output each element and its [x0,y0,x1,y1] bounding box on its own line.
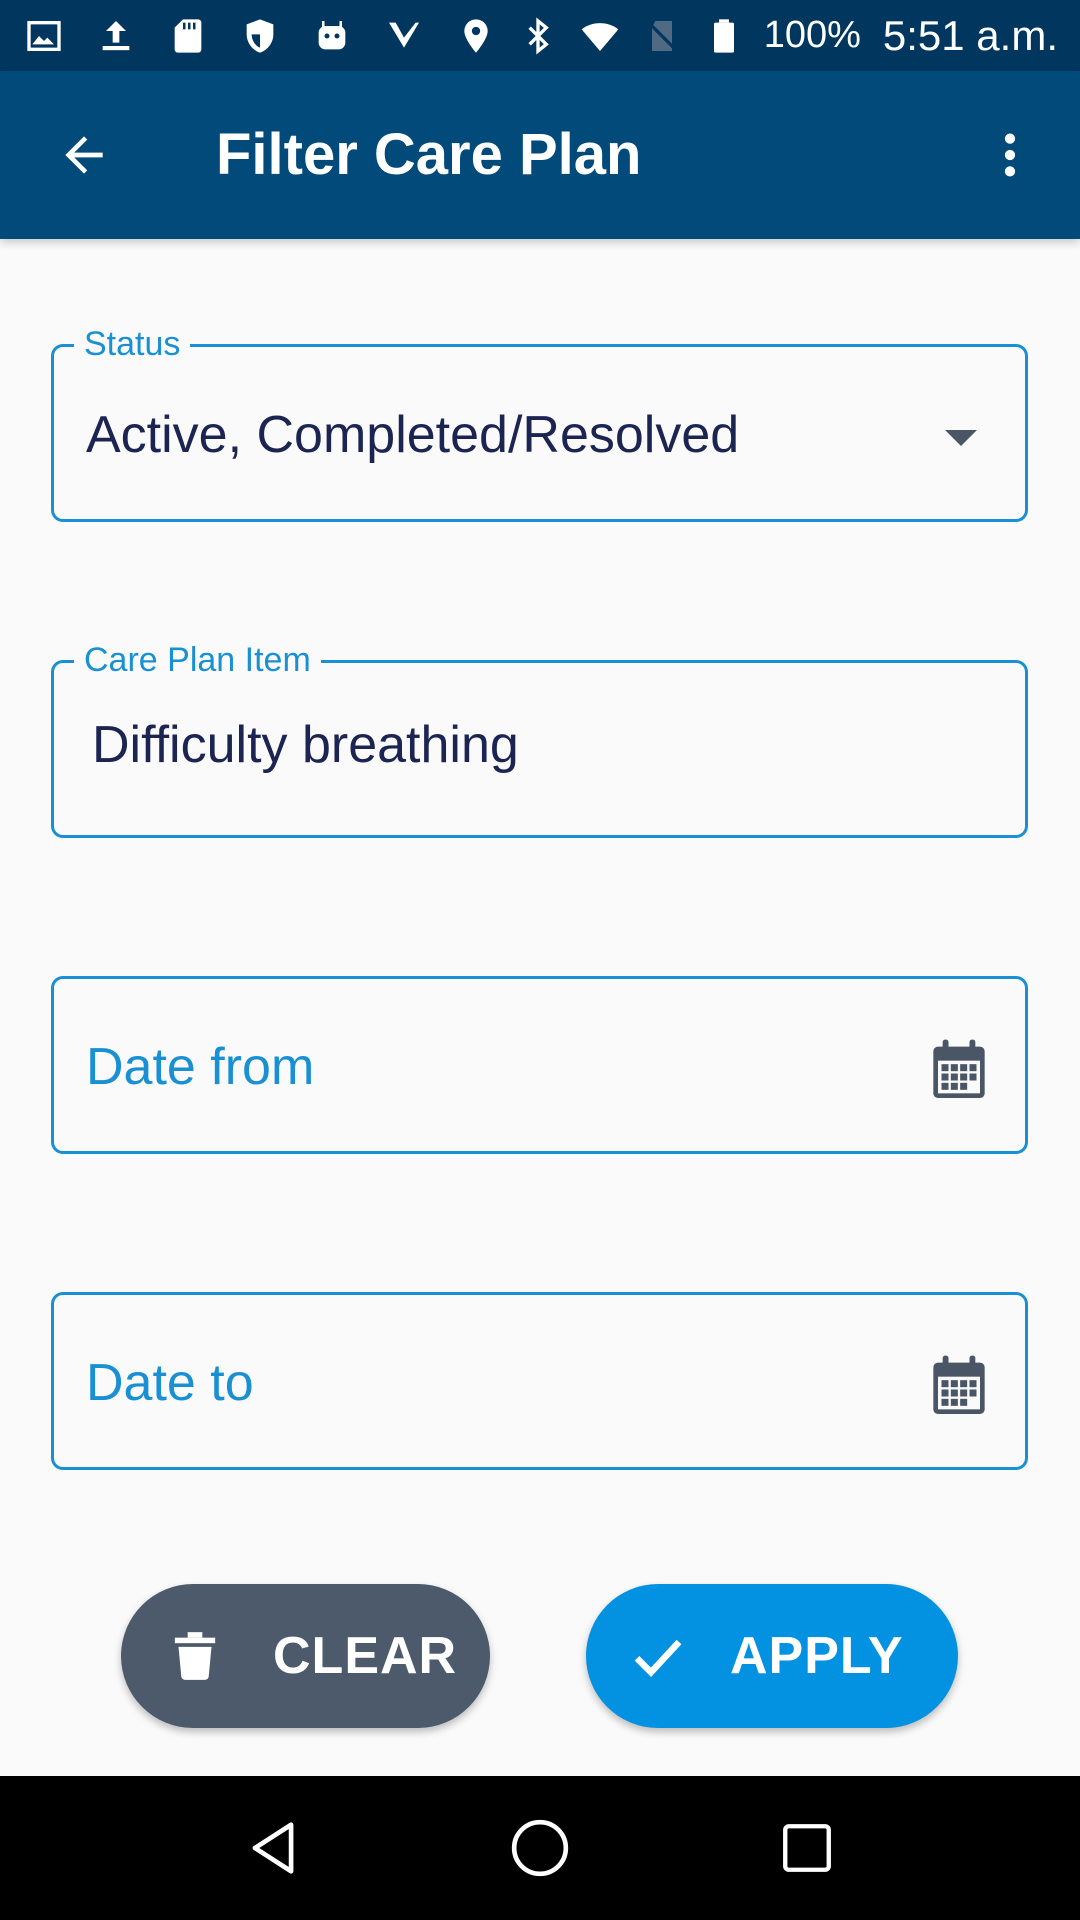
date-from-placeholder: Date from [86,1038,315,1096]
arrow-back-icon [65,136,103,174]
nav-home-icon[interactable] [505,1813,575,1883]
battery-percent: 100% [763,14,861,56]
clear-button[interactable]: CLEAR [121,1584,490,1728]
status-label: Status [74,324,191,364]
location-icon [454,14,498,58]
more-vert-icon [1004,133,1016,177]
nav-recents-icon[interactable] [772,1813,842,1883]
dropdown-arrow-icon [945,430,977,446]
calendar-icon[interactable] [931,1039,987,1101]
care-plan-item-label: Care Plan Item [74,640,321,680]
check-icon [630,1626,686,1686]
clear-button-label: CLEAR [273,1627,458,1685]
status-bar: 100% 5:51 a.m. [0,0,1080,71]
upload-icon [94,14,138,58]
apply-button-label: APPLY [730,1627,904,1685]
status-value: Active, Completed/Resolved [86,406,740,464]
status-dropdown[interactable]: Status Active, Completed/Resolved [51,324,1028,522]
android-icon [310,14,354,58]
overflow-menu-button[interactable] [982,125,1038,185]
care-plan-item-field[interactable]: Care Plan Item Difficulty breathing [51,640,1028,838]
trash-icon [167,1626,223,1686]
shield-icon [238,14,282,58]
clock: 5:51 a.m. [882,11,1058,59]
page-title: Filter Care Plan [216,122,642,187]
apply-button[interactable]: APPLY [586,1584,958,1728]
no-sim-icon [640,14,684,58]
task-check-icon [382,14,426,58]
system-nav-bar [0,1776,1080,1920]
bluetooth-icon [516,14,560,58]
back-button[interactable] [54,125,114,185]
date-to-field[interactable]: Date to [51,1292,1028,1470]
image-icon [22,14,66,58]
wifi-icon [578,14,622,58]
calendar-icon[interactable] [931,1355,987,1417]
sd-card-icon [166,14,210,58]
app-bar: Filter Care Plan [0,71,1080,239]
care-plan-item-value: Difficulty breathing [92,716,519,774]
battery-icon [702,14,746,58]
nav-back-icon[interactable] [238,1813,308,1883]
date-from-field[interactable]: Date from [51,976,1028,1154]
date-to-placeholder: Date to [86,1354,254,1412]
